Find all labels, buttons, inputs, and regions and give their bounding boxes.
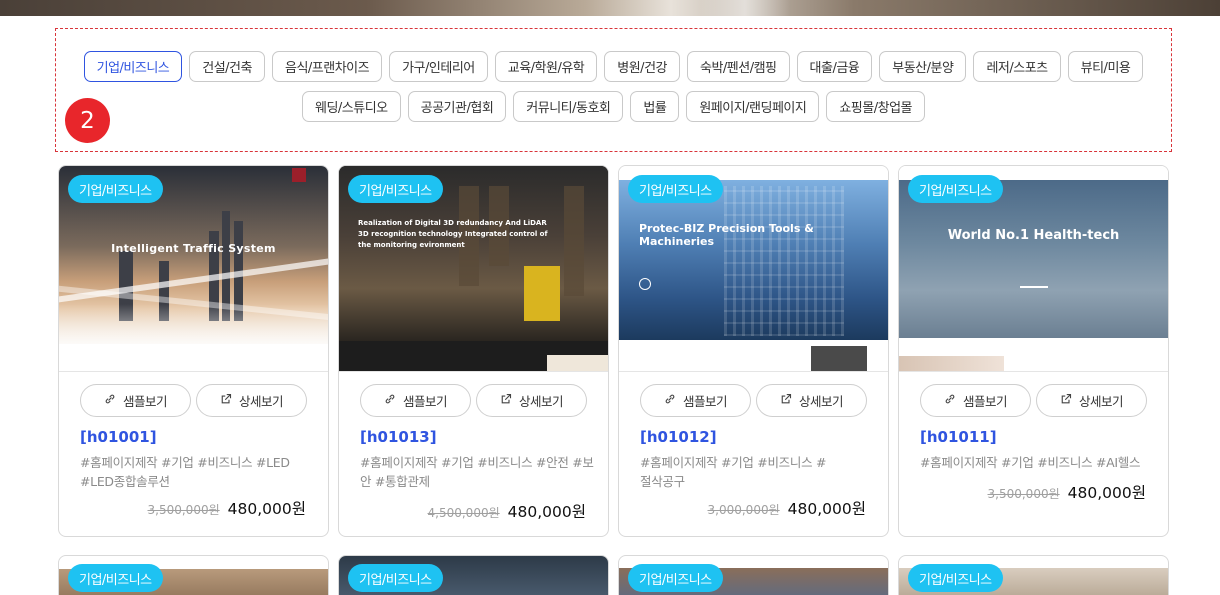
- category-filter-chip[interactable]: 가구/인테리어: [389, 51, 488, 82]
- template-card[interactable]: World No.1 Health-tech 기업/비즈니스 샘플보기 상세보기…: [898, 165, 1169, 537]
- template-card[interactable]: 기업/비즈니스: [58, 555, 329, 595]
- detail-view-label: 상세보기: [238, 394, 284, 409]
- thumbnail-title: Intelligent Traffic System: [111, 242, 276, 255]
- detail-view-label: 상세보기: [798, 394, 844, 409]
- template-hashtags: #홈페이지제작 #기업 #비즈니스 #안전 #보안 #통합관제: [360, 455, 594, 489]
- category-tag: 기업/비즈니스: [68, 175, 163, 203]
- template-card[interactable]: Protec-BIZ Precision Tools & Machineries…: [618, 165, 889, 537]
- sale-price: 480,000원: [1067, 484, 1146, 502]
- link-icon: [664, 393, 676, 408]
- step-number-badge: 2: [65, 98, 110, 143]
- template-card[interactable]: 기업/비즈니스: [618, 555, 889, 595]
- category-filter-chip[interactable]: 기업/비즈니스: [83, 51, 183, 82]
- sample-view-label: 샘플보기: [122, 394, 168, 409]
- sale-price: 480,000원: [787, 500, 866, 518]
- category-filter-chip[interactable]: 뷰티/미용: [1067, 51, 1144, 82]
- template-hashtags: #홈페이지제작 #기업 #비즈니스 #AI헬스: [920, 455, 1141, 470]
- sample-view-button[interactable]: 샘플보기: [360, 384, 471, 417]
- thumbnail-title: Protec-BIZ Precision Tools & Machineries: [639, 222, 814, 248]
- sample-view-button[interactable]: 샘플보기: [920, 384, 1031, 417]
- sale-price: 480,000원: [227, 500, 306, 518]
- detail-view-button[interactable]: 상세보기: [196, 384, 307, 417]
- category-filter-chip[interactable]: 대출/금융: [796, 51, 873, 82]
- template-card[interactable]: Intelligent Traffic System 기업/비즈니스 샘플보기 …: [58, 165, 329, 537]
- original-price: 3,500,000원: [147, 503, 220, 517]
- detail-view-button[interactable]: 상세보기: [1036, 384, 1147, 417]
- category-tag: 기업/비즈니스: [908, 564, 1003, 592]
- category-filter-chip[interactable]: 법률: [630, 91, 680, 122]
- category-filter-chip[interactable]: 공공기관/협회: [407, 91, 507, 122]
- sample-view-label: 샘플보기: [962, 394, 1008, 409]
- sale-price: 480,000원: [507, 503, 586, 521]
- category-tag: 기업/비즈니스: [628, 564, 723, 592]
- category-filter-chip[interactable]: 교육/학원/유학: [494, 51, 598, 82]
- category-tag: 기업/비즈니스: [348, 564, 443, 592]
- category-filter-chip[interactable]: 음식/프랜차이즈: [271, 51, 383, 82]
- external-link-icon: [1060, 393, 1072, 408]
- sample-view-label: 샘플보기: [682, 394, 728, 409]
- category-filter-panel: 기업/비즈니스 건설/건축 음식/프랜차이즈 가구/인테리어 교육/학원/유학 병원/건강…: [55, 28, 1172, 152]
- external-link-icon: [220, 393, 232, 408]
- category-filter-chip[interactable]: 건설/건축: [189, 51, 265, 82]
- template-code[interactable]: [h01011]: [920, 428, 997, 446]
- template-card-grid-row2: 기업/비즈니스 기업/비즈니스 기업/비즈니스 기업/비즈니스: [58, 555, 1170, 595]
- external-link-icon: [500, 393, 512, 408]
- detail-view-label: 상세보기: [518, 394, 564, 409]
- price-block: 3,500,000원 480,000원: [148, 497, 306, 519]
- template-code[interactable]: [h01001]: [80, 428, 157, 446]
- category-tag: 기업/비즈니스: [348, 175, 443, 203]
- detail-view-button[interactable]: 상세보기: [756, 384, 867, 417]
- category-filter-row: 웨딩/스튜디오 공공기관/협회 커뮤니티/동호회 법률 원페이지/랜딩페이지 쇼핑몰/창업…: [56, 91, 1171, 122]
- template-card[interactable]: Realization of Digital 3D redundancy And…: [338, 165, 609, 537]
- template-card[interactable]: 기업/비즈니스: [338, 555, 609, 595]
- category-filter-chip[interactable]: 웨딩/스튜디오: [302, 91, 401, 122]
- link-icon: [104, 393, 116, 408]
- category-filter-chip[interactable]: 커뮤니티/동호회: [513, 91, 624, 122]
- link-icon: [944, 393, 956, 408]
- sample-view-button[interactable]: 샘플보기: [640, 384, 751, 417]
- category-filter-chip[interactable]: 병원/건강: [604, 51, 680, 82]
- sample-view-label: 샘플보기: [402, 394, 448, 409]
- price-block: 3,000,000원 480,000원: [708, 497, 866, 519]
- thumbnail-title: World No.1 Health-tech: [947, 228, 1120, 243]
- external-link-icon: [780, 393, 792, 408]
- category-tag: 기업/비즈니스: [908, 175, 1003, 203]
- template-hashtags: #홈페이지제작 #기업 #비즈니스 #LED #LED종합솔루션: [80, 455, 290, 489]
- category-tag: 기업/비즈니스: [68, 564, 163, 592]
- category-filter-chip[interactable]: 쇼핑몰/창업몰: [826, 91, 925, 122]
- thumbnail-title: Realization of Digital 3D redundancy And…: [358, 219, 548, 249]
- top-banner-image: [0, 0, 1220, 16]
- category-filter-chip[interactable]: 레저/스포츠: [973, 51, 1061, 82]
- price-block: 4,500,000원 480,000원: [428, 500, 586, 522]
- link-icon: [384, 393, 396, 408]
- price-block: 3,500,000원 480,000원: [988, 481, 1146, 503]
- template-code[interactable]: [h01013]: [360, 428, 437, 446]
- original-price: 3,500,000원: [987, 487, 1060, 501]
- detail-view-button[interactable]: 상세보기: [476, 384, 587, 417]
- category-filter-chip[interactable]: 숙박/펜션/캠핑: [687, 51, 790, 82]
- category-filter-chip[interactable]: 원페이지/랜딩페이지: [686, 91, 820, 122]
- original-price: 4,500,000원: [427, 506, 500, 520]
- category-filter-chip[interactable]: 부동산/분양: [879, 51, 967, 82]
- template-hashtags: #홈페이지제작 #기업 #비즈니스 #절삭공구: [640, 455, 827, 489]
- original-price: 3,000,000원: [707, 503, 780, 517]
- template-card[interactable]: 기업/비즈니스: [898, 555, 1169, 595]
- category-tag: 기업/비즈니스: [628, 175, 723, 203]
- detail-view-label: 상세보기: [1078, 394, 1124, 409]
- category-filter-row: 기업/비즈니스 건설/건축 음식/프랜차이즈 가구/인테리어 교육/학원/유학 병원/건강…: [56, 51, 1171, 82]
- sample-view-button[interactable]: 샘플보기: [80, 384, 191, 417]
- template-code[interactable]: [h01012]: [640, 428, 717, 446]
